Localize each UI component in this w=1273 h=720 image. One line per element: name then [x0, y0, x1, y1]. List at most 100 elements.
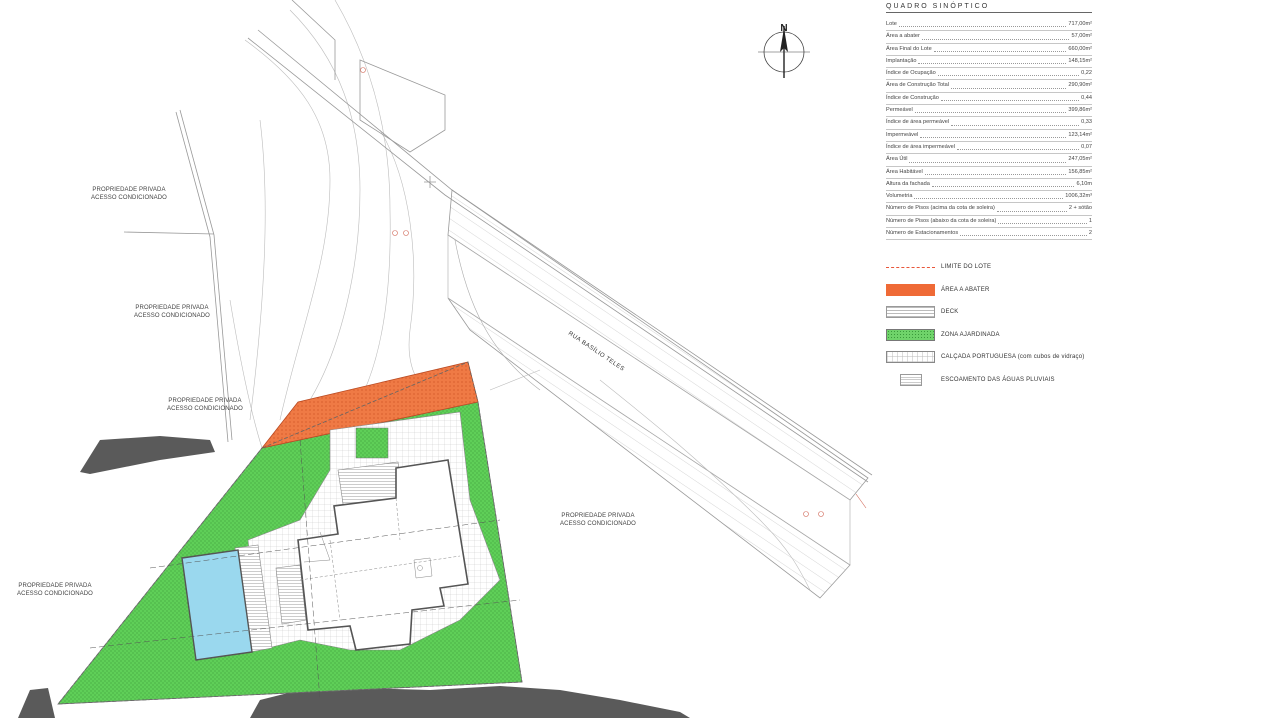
- quadro-row: Número de Pisos (acima da cota de soleir…: [886, 203, 1092, 216]
- legend-item-pluv: ESCOAMENTO DAS ÁGUAS PLUVIAIS: [886, 369, 1126, 392]
- legend-item-green: ZONA AJARDINADA: [886, 324, 1126, 347]
- leader-dots: [940, 93, 1080, 102]
- quadro-row-value: 0,44: [1081, 94, 1092, 101]
- quadro-row: Área a abater 57,00m²: [886, 31, 1092, 44]
- quadro-row: Índice de Construção 0,44: [886, 93, 1092, 106]
- leader-dots: [898, 19, 1067, 28]
- quadro-row-value: 156,85m²: [1068, 168, 1092, 175]
- neighbour-label-3: PROPRIEDADE PRIVADA ACESSO CONDICIONADO: [167, 398, 243, 412]
- quadro-row-value: 2: [1088, 230, 1092, 237]
- quadro-row-value: 247,05m²: [1068, 156, 1092, 163]
- quadro-row-value: 290,90m²: [1068, 82, 1092, 89]
- quadro-row-label: Índice de Construção: [886, 94, 939, 101]
- quadro-row: Índice de Ocupação 0,22: [886, 68, 1092, 81]
- quadro-row: Permeável 399,86m²: [886, 105, 1092, 118]
- legend-label: ÁREA A ABATER: [941, 286, 990, 293]
- leader-dots: [937, 68, 1080, 77]
- quadro-row-value: 399,86m²: [1068, 107, 1092, 114]
- quadro-row-value: 660,00m²: [1068, 45, 1092, 52]
- quadro-row-value: 2 + sótão: [1068, 205, 1092, 212]
- quadro-row: Número de Estacionamentos 2: [886, 228, 1092, 241]
- quadro-row-value: 717,00m²: [1068, 21, 1092, 27]
- north-label: N: [780, 23, 787, 34]
- quadro-row-label: Número de Pisos (abaixo da cota de solei…: [886, 217, 997, 224]
- legend-swatch: [900, 373, 922, 386]
- quadro-rows: Lote 717,00m² Área a abater 57,00m² Área Fin…: [886, 19, 1092, 241]
- leader-dots: [951, 80, 1067, 89]
- quadro-row-label: Índice de área permeável: [886, 119, 950, 126]
- neighbour-label-4: PROPRIEDADE PRIVADA ACESSO CONDICIONADO: [560, 513, 636, 527]
- legend-swatch: [886, 306, 935, 319]
- leader-dots: [924, 167, 1067, 175]
- quadro-row-label: Número de Pisos (acima da cota de soleir…: [886, 205, 995, 212]
- quadro-row: Área Habitável 156,85m²: [886, 167, 1092, 179]
- leader-dots: [914, 105, 1067, 114]
- quadro-row-label: Área de Construção Total: [886, 82, 950, 89]
- quadro-row-label: Impermeável: [886, 131, 919, 138]
- legend: LIMITE DO LOTE ÁREA A ABATER DECK ZONA AJAR…: [886, 256, 1126, 391]
- quadro-row: Número de Pisos (abaixo da cota de solei…: [886, 216, 1092, 229]
- legend-label: DECK: [941, 309, 959, 316]
- quadro-row: Lote 717,00m²: [886, 19, 1092, 32]
- quadro-row: Área Final do Lote 660,00m²: [886, 44, 1092, 56]
- legend-label: CALÇADA PORTUGUESA (com cubos de vidraço…: [941, 354, 1085, 361]
- leader-dots: [921, 31, 1070, 40]
- quadro-row-value: 148,15m²: [1068, 57, 1092, 64]
- quadro-row-label: Altura da fachada: [886, 180, 930, 187]
- leader-dots: [914, 191, 1064, 200]
- quadro-row: Altura da fachada 6,10m: [886, 179, 1092, 192]
- neighbour-label-1: PROPRIEDADE PRIVADA ACESSO CONDICIONADO: [91, 187, 167, 201]
- quadro-row: Implantação 148,15m²: [886, 56, 1092, 69]
- quadro-row-value: 57,00m²: [1071, 33, 1092, 40]
- quadro-row-value: 1006,32m³: [1065, 193, 1092, 200]
- quadro-row-label: Índice de área impermeável: [886, 143, 956, 150]
- legend-swatch: [886, 351, 935, 364]
- leader-dots: [998, 216, 1087, 225]
- quadro-row-label: Área Útil: [886, 156, 908, 163]
- quadro-row-label: Número de Estacionamentos: [886, 230, 959, 237]
- quadro-row-value: 123,14m²: [1068, 131, 1092, 138]
- quadro-row: Impermeável 123,14m²: [886, 130, 1092, 142]
- leader-dots: [951, 117, 1080, 126]
- quadro-row-value: 6,10m: [1076, 180, 1092, 187]
- leader-dots: [960, 228, 1087, 237]
- street-band: [447, 189, 869, 599]
- quadro-row-label: Área a abater: [886, 33, 920, 40]
- legend-label: ESCOAMENTO DAS ÁGUAS PLUVIAIS: [941, 376, 1055, 383]
- legend-item-limit: LIMITE DO LOTE: [886, 256, 1126, 279]
- legend-swatch: [886, 266, 935, 268]
- quadro-row: Índice de área impermeável 0,07: [886, 142, 1092, 155]
- legend-item-deck: DECK: [886, 301, 1126, 324]
- quadro-row: Volumetria 1006,32m³: [886, 191, 1092, 204]
- leader-dots: [920, 130, 1067, 138]
- quadro-row-value: 1: [1088, 217, 1092, 224]
- quadro-row-value: 0,07: [1081, 143, 1092, 150]
- legend-label: ZONA AJARDINADA: [941, 331, 1000, 338]
- quadro-row-label: Índice de Ocupação: [886, 70, 936, 77]
- quadro-row-label: Área Habitável: [886, 168, 923, 175]
- quadro-row-label: Permeável: [886, 107, 913, 114]
- leader-dots: [957, 142, 1080, 151]
- legend-swatch: [886, 283, 935, 296]
- neighbour-label-2: PROPRIEDADE PRIVADA ACESSO CONDICIONADO: [134, 305, 210, 319]
- leader-dots: [918, 56, 1067, 65]
- quadro-row: Área Útil 247,05m²: [886, 154, 1092, 167]
- legend-item-orange: ÁREA A ABATER: [886, 279, 1126, 302]
- leader-dots: [933, 44, 1067, 52]
- leader-dots: [996, 203, 1067, 212]
- quadro-row: Índice de área permeável 0,33: [886, 117, 1092, 130]
- legend-swatch: [886, 328, 935, 341]
- neighbour-label-5: PROPRIEDADE PRIVADA ACESSO CONDICIONADO: [17, 583, 93, 597]
- leader-dots: [931, 179, 1075, 188]
- quadro-sinoptico: QUADRO SINÓPTICO Lote 717,00m² Área a abat…: [886, 3, 1092, 241]
- quadro-row-label: Volumetria: [886, 193, 913, 200]
- quadro-row-value: 0,22: [1081, 70, 1092, 77]
- legend-label: LIMITE DO LOTE: [941, 264, 992, 271]
- quadro-row-label: Lote: [886, 21, 897, 27]
- quadro-row-value: 0,33: [1081, 119, 1092, 126]
- leader-dots: [909, 154, 1067, 163]
- quadro-row: Área de Construção Total 290,90m²: [886, 80, 1092, 93]
- legend-item-calcada: CALÇADA PORTUGUESA (com cubos de vidraço…: [886, 346, 1126, 369]
- quadro-row-label: Área Final do Lote: [886, 45, 932, 52]
- quadro-row-label: Implantação: [886, 57, 917, 64]
